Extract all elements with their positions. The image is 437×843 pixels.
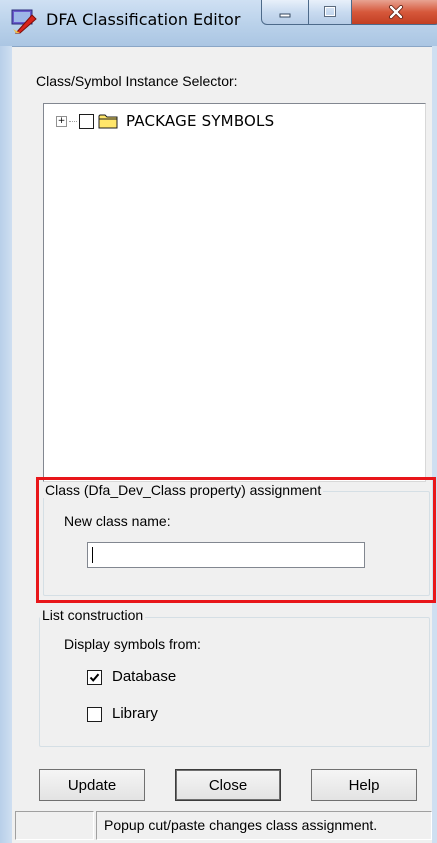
minimize-icon	[279, 13, 291, 18]
maximize-icon	[324, 6, 336, 17]
tree-item-label: PACKAGE SYMBOLS	[126, 112, 275, 130]
dfa-app-icon	[11, 9, 37, 34]
window-left-border	[0, 46, 12, 843]
help-button[interactable]: Help	[311, 769, 417, 801]
maximize-button[interactable]	[309, 0, 352, 25]
tree-item-package-symbols[interactable]: + PACKAGE SYMBOLS	[56, 112, 274, 130]
display-symbols-label: Display symbols from:	[64, 636, 201, 652]
status-pane-empty	[15, 811, 94, 840]
library-label[interactable]: Library	[112, 705, 158, 722]
close-button[interactable]: Close	[175, 769, 281, 801]
selector-label: Class/Symbol Instance Selector:	[36, 73, 238, 89]
window-right-border	[432, 46, 437, 843]
title-bar[interactable]: DFA Classification Editor	[0, 0, 437, 47]
symbol-tree[interactable]: + PACKAGE SYMBOLS	[43, 103, 426, 482]
tree-item-checkbox[interactable]	[79, 113, 94, 129]
checkmark-icon	[89, 673, 100, 682]
database-label[interactable]: Database	[112, 668, 176, 685]
library-checkbox[interactable]	[87, 707, 102, 722]
expand-icon[interactable]: +	[56, 115, 67, 127]
close-icon	[389, 5, 403, 19]
status-message: Popup cut/paste changes class assignment…	[104, 817, 378, 833]
minimize-button[interactable]	[261, 0, 309, 25]
tree-connector	[69, 120, 77, 122]
close-window-button[interactable]	[352, 0, 437, 25]
caption-buttons	[261, 0, 437, 26]
update-button[interactable]: Update	[39, 769, 145, 801]
window-title: DFA Classification Editor	[46, 10, 241, 29]
dfa-classification-editor-window: DFA Classification Editor Class/Symbol I…	[0, 0, 437, 843]
list-construction-title: List construction	[40, 607, 146, 623]
folder-icon	[98, 114, 118, 129]
database-checkbox[interactable]	[87, 670, 102, 685]
highlight-annotation	[36, 477, 436, 603]
